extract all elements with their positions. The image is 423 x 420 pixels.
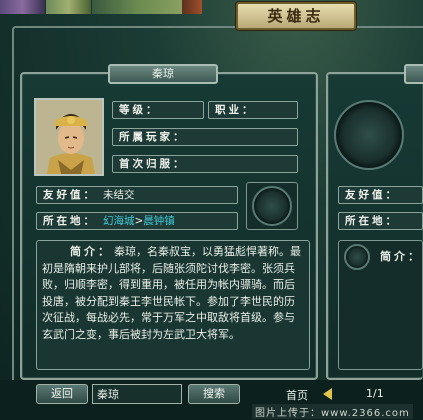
second-friendship-label: 友好值： xyxy=(345,189,399,201)
top-strip-image xyxy=(0,0,45,14)
level-label: 等级： xyxy=(119,104,160,116)
location-field: 所在地： 幻海城>晨钟镇 xyxy=(36,212,238,230)
location-separator: > xyxy=(134,215,144,227)
level-field: 等级： xyxy=(112,101,204,119)
location-label: 所在地： xyxy=(43,215,97,227)
location-town-link[interactable]: 晨钟镇 xyxy=(143,215,175,227)
hero-name-tab: 秦琼 xyxy=(108,64,218,84)
location-city-link[interactable]: 幻海城 xyxy=(103,215,135,227)
second-small-emblem-icon xyxy=(344,244,370,270)
second-hero-name-tab xyxy=(404,64,423,84)
window-title-banner: 英雄志 xyxy=(236,2,356,30)
owner-label: 所属玩家： xyxy=(119,131,187,143)
hero-portrait xyxy=(34,98,104,176)
first-return-field: 首次归服： xyxy=(112,155,298,173)
friendship-label: 友好值： xyxy=(43,189,97,201)
hero-portrait-image xyxy=(36,100,102,174)
hero-intro-box: 简介： 秦琼，名秦叔宝，以勇猛彪悍著称。最初是隋朝来护儿部将，后随张须陀讨伐李密。… xyxy=(36,240,310,370)
first-page-button[interactable]: 首页 xyxy=(286,387,308,403)
owner-field: 所属玩家： xyxy=(112,128,298,146)
friendship-field: 友好值： 未结交 xyxy=(36,186,238,204)
friendship-value: 未结交 xyxy=(103,189,135,201)
top-strip-image xyxy=(182,0,202,14)
search-button[interactable]: 搜索 xyxy=(188,384,240,404)
top-strip-image xyxy=(46,0,91,14)
second-hero-emblem-icon xyxy=(334,100,404,170)
second-location-field: 所在地： xyxy=(338,212,423,230)
second-location-label: 所在地： xyxy=(345,215,399,227)
search-input[interactable] xyxy=(92,384,182,404)
second-intro-label: 简介： xyxy=(380,250,422,263)
back-button[interactable]: 返回 xyxy=(36,384,88,404)
job-field: 职业： xyxy=(208,101,298,119)
watermark-text: 图片上传于：www.2366.com xyxy=(252,404,413,419)
second-friendship-field: 友好值： xyxy=(338,186,423,204)
top-strip-image xyxy=(92,0,182,14)
intro-label: 简介： xyxy=(70,245,112,258)
prev-page-arrow-icon[interactable] xyxy=(323,388,332,400)
job-label: 职业： xyxy=(215,104,256,116)
page-indicator: 1/1 xyxy=(366,387,384,400)
faction-emblem-icon xyxy=(252,186,292,226)
window-title: 英雄志 xyxy=(267,7,325,25)
first-return-label: 首次归服： xyxy=(119,158,187,170)
